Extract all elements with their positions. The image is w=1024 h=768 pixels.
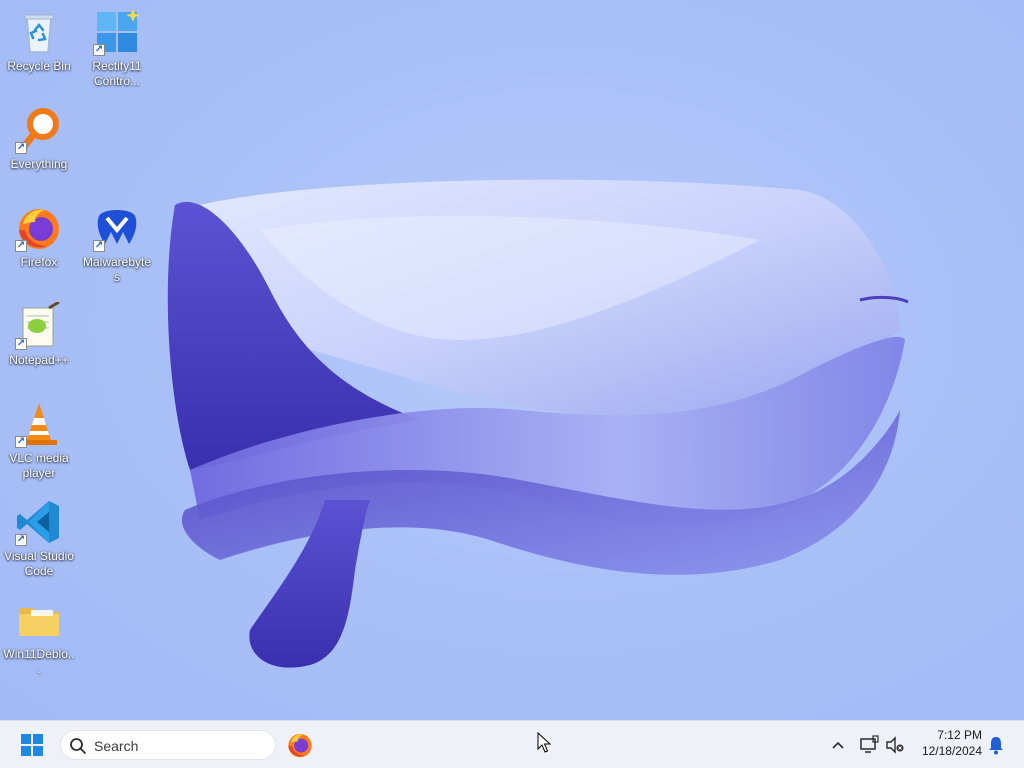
start-button[interactable] xyxy=(14,729,50,761)
shortcut-arrow-icon: ↗ xyxy=(93,44,105,56)
shortcut-arrow-icon: ↗ xyxy=(15,338,27,350)
recycle-bin-icon xyxy=(15,8,63,56)
desktop-icon-label: Rectify11 Contro... xyxy=(92,59,142,88)
shortcut-arrow-icon: ↗ xyxy=(15,436,27,448)
desktop-icon-label: Firefox xyxy=(20,255,58,269)
firefox-icon xyxy=(288,733,312,758)
clock-time: 7:12 PM xyxy=(937,728,982,742)
taskbar: Search 7:12 PM 12/18/2024 xyxy=(0,720,1024,768)
taskbar-firefox-button[interactable] xyxy=(286,731,314,759)
notepad-plus-plus-icon: ↗ xyxy=(15,300,63,350)
traffic-cone-icon: ↗ xyxy=(15,400,63,448)
search-placeholder: Search xyxy=(94,738,139,754)
windows-start-icon xyxy=(21,734,43,756)
desktop-icon-label: VLC media player xyxy=(9,451,69,480)
desktop-icon-recycle-bin[interactable]: Recycle Bin xyxy=(2,8,76,74)
bell-icon xyxy=(989,737,1003,755)
desktop-icon-notepad-plus-plus[interactable]: ↗ Notepad++ xyxy=(2,300,76,368)
shortcut-arrow-icon: ↗ xyxy=(15,142,27,154)
windows-logo-icon: ↗ xyxy=(93,8,141,56)
clock-date: 12/18/2024 xyxy=(921,744,982,758)
desktop-icon-win11debloat-folder[interactable]: Win11Deblo... xyxy=(2,596,76,677)
desktop-icon-vscode[interactable]: ↗ Visual Studio Code xyxy=(2,498,76,579)
firefox-icon: ↗ xyxy=(15,204,63,252)
notification-button[interactable] xyxy=(986,733,1006,757)
desktop-icon-label: Everything xyxy=(10,157,68,171)
search-icon xyxy=(70,738,86,754)
taskbar-clock[interactable]: 7:12 PM 12/18/2024 xyxy=(912,727,982,759)
desktop-icon-label: Notepad++ xyxy=(9,353,69,367)
wallpaper-bloom xyxy=(167,179,909,668)
shortcut-arrow-icon: ↗ xyxy=(15,534,27,546)
desktop-icon-label: Recycle Bin xyxy=(7,59,71,73)
taskbar-search-box[interactable]: Search xyxy=(60,730,276,760)
malwarebytes-icon: ↗ xyxy=(93,204,141,252)
network-icon xyxy=(860,735,879,753)
mouse-cursor-icon xyxy=(537,732,551,753)
tray-volume-button[interactable] xyxy=(884,733,906,757)
magnifier-icon: ↗ xyxy=(15,106,63,154)
folder-icon xyxy=(15,596,63,644)
tray-overflow-button[interactable] xyxy=(828,733,848,757)
desktop[interactable]: Recycle Bin ↗ Rectify11 Contro... ↗ Ever… xyxy=(0,0,1024,720)
shortcut-arrow-icon: ↗ xyxy=(93,240,105,252)
volume-muted-icon xyxy=(886,736,904,754)
shortcut-arrow-icon: ↗ xyxy=(15,240,27,252)
desktop-icon-label: Win11Deblo... xyxy=(3,647,75,676)
chevron-up-icon xyxy=(832,741,844,749)
vscode-icon: ↗ xyxy=(15,498,63,546)
desktop-icon-rectify11-control[interactable]: ↗ Rectify11 Contro... xyxy=(80,8,154,89)
desktop-icon-vlc[interactable]: ↗ VLC media player xyxy=(2,400,76,481)
desktop-icon-firefox[interactable]: ↗ Firefox xyxy=(2,204,76,270)
desktop-icon-malwarebytes[interactable]: ↗ Malwarebytes xyxy=(80,204,154,285)
tray-network-button[interactable] xyxy=(858,733,880,757)
desktop-icon-label: Malwarebytes xyxy=(82,255,152,284)
desktop-icon-everything[interactable]: ↗ Everything xyxy=(2,106,76,172)
desktop-icon-label: Visual Studio Code xyxy=(4,549,74,578)
